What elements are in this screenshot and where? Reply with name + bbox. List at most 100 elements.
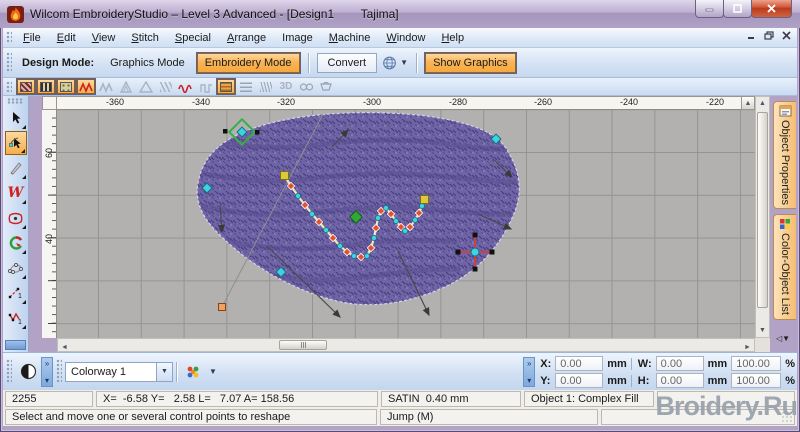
pattern-fill-icon[interactable]: [217, 79, 235, 94]
stitch-node-circle[interactable]: [401, 228, 408, 235]
w-field[interactable]: 0.00: [655, 356, 704, 371]
tatami-fill-icon[interactable]: [37, 79, 55, 94]
ruler-origin-button[interactable]: [42, 96, 57, 110]
satin-fill-icon[interactable]: [17, 79, 35, 94]
horizontal-scroll-thumb[interactable]: [279, 340, 327, 350]
tab-collapse-arrow-icon[interactable]: ◁▼: [776, 334, 790, 343]
thread-colors-button[interactable]: [180, 360, 206, 384]
fusion-fill-large-icon[interactable]: [137, 79, 155, 94]
warp-3d-icon[interactable]: 3D: [277, 79, 295, 94]
exit-marker[interactable]: [420, 195, 429, 204]
step-stitch-icon[interactable]: [97, 79, 115, 94]
title-bar[interactable]: Wilcom EmbroideryStudio – Level 3 Advanc…: [0, 0, 800, 28]
anchor-marker[interactable]: [218, 303, 226, 311]
texture-edge-icon[interactable]: [257, 79, 275, 94]
convert-button[interactable]: Convert: [316, 52, 378, 73]
stitch-node-circle[interactable]: [322, 227, 329, 234]
closed-shape-tool[interactable]: [5, 206, 27, 230]
select-tool[interactable]: [5, 106, 27, 130]
scale-y-field[interactable]: 100.00: [731, 373, 782, 388]
toolbar-grip[interactable]: [6, 30, 12, 45]
h-field[interactable]: 0.00: [655, 373, 704, 388]
stitch-node-circle[interactable]: [294, 193, 301, 200]
horizontal-scrollbar[interactable]: ◄ ►: [57, 338, 755, 352]
handle-square[interactable]: [255, 130, 260, 135]
zigzag-stitch-icon[interactable]: [77, 79, 95, 94]
menu-special[interactable]: Special: [167, 29, 219, 47]
stumpwork-icon[interactable]: [317, 79, 335, 94]
horizontal-ruler[interactable]: -360 -340 -320 -300 -280 -260 -240 -220: [57, 96, 741, 110]
menu-view[interactable]: View: [84, 29, 124, 47]
stitch-node-circle[interactable]: [308, 211, 315, 218]
color-blend-tool[interactable]: [5, 231, 27, 255]
toolbar-grip[interactable]: [6, 358, 12, 385]
menu-machine[interactable]: Machine: [321, 29, 379, 47]
accordion-spacing-icon[interactable]: [237, 79, 255, 94]
tab-color-object-list[interactable]: Color-Object List: [773, 214, 796, 320]
mdi-close-icon[interactable]: [782, 31, 791, 40]
lettering-tool[interactable]: W: [5, 181, 27, 205]
palette-scroll-button[interactable]: [5, 340, 26, 350]
reshape-object-tool[interactable]: [5, 256, 27, 280]
design-canvas[interactable]: [57, 110, 755, 338]
closed-object-tool[interactable]: 1: [5, 306, 27, 330]
stitch-node-circle[interactable]: [350, 252, 357, 259]
y-field[interactable]: 0.00: [555, 373, 604, 388]
scale-x-field[interactable]: 100.00: [731, 356, 782, 371]
scroll-down-icon[interactable]: ▼: [756, 324, 769, 337]
stitch-node-circle[interactable]: [418, 203, 425, 210]
show-graphics-button[interactable]: Show Graphics: [425, 52, 516, 73]
toolbar-grip[interactable]: [56, 358, 62, 385]
vertical-scrollbar[interactable]: ▲ ▼: [755, 96, 770, 338]
stitch-node-circle[interactable]: [374, 215, 381, 222]
menu-window[interactable]: Window: [378, 29, 433, 47]
scroll-up-icon[interactable]: ▲: [756, 97, 769, 110]
menu-arrange[interactable]: Arrange: [219, 29, 274, 47]
handle-square[interactable]: [223, 129, 228, 134]
liquid-effect-icon[interactable]: [157, 79, 175, 94]
toolbar-overflow-button[interactable]: » ▾: [523, 357, 536, 387]
fusion-fill-small-icon[interactable]: [117, 79, 135, 94]
menu-image[interactable]: Image: [274, 29, 321, 47]
mdi-minimize-icon[interactable]: [747, 31, 756, 40]
stitch-node-circle[interactable]: [363, 252, 370, 259]
freehand-draw-tool[interactable]: [5, 156, 27, 180]
toolbar-overflow-button[interactable]: » ▾: [41, 356, 53, 387]
dropdown-arrow-icon[interactable]: ▼: [209, 367, 217, 376]
mdi-restore-icon[interactable]: [764, 31, 774, 40]
minimize-button[interactable]: [695, 0, 724, 18]
stitch-node-circle[interactable]: [370, 235, 377, 242]
tab-object-properties[interactable]: Object Properties: [773, 101, 796, 209]
embroidery-mode-button[interactable]: Embroidery Mode: [196, 52, 300, 73]
maximize-button[interactable]: [723, 0, 752, 18]
x-field[interactable]: 0.00: [555, 356, 604, 371]
trapunto-icon[interactable]: [297, 79, 315, 94]
toolbar-grip[interactable]: [6, 80, 12, 93]
reshape-tool[interactable]: [4, 131, 27, 155]
reshape-icon: [8, 137, 21, 148]
stitch-node-circle[interactable]: [382, 205, 389, 212]
menu-edit[interactable]: Edit: [49, 29, 84, 47]
menu-stitch[interactable]: Stitch: [123, 29, 167, 47]
stitch-node-circle[interactable]: [336, 242, 343, 249]
toolbar-grip[interactable]: [6, 52, 12, 73]
stitch-node-circle[interactable]: [411, 217, 418, 224]
graphics-mode-button[interactable]: Graphics Mode: [103, 54, 192, 72]
open-object-tool[interactable]: 1: [5, 281, 27, 305]
vertical-scroll-thumb[interactable]: [757, 112, 768, 308]
motif-fill-icon[interactable]: [57, 79, 75, 94]
menu-help[interactable]: Help: [433, 29, 472, 47]
colorway-select[interactable]: Colorway 1 ▼: [65, 361, 173, 382]
entry-marker[interactable]: [280, 171, 289, 180]
design-disk-button[interactable]: [15, 360, 41, 384]
ruler-options-button[interactable]: ▲: [741, 96, 755, 110]
stitch-node-circle[interactable]: [392, 218, 399, 225]
toolbar-grip[interactable]: [7, 98, 24, 104]
close-button[interactable]: [751, 0, 792, 18]
menu-file[interactable]: File: [15, 29, 49, 47]
wave-effect-icon[interactable]: [177, 79, 195, 94]
dropdown-arrow-icon[interactable]: ▼: [156, 362, 172, 381]
hoop-globe-button[interactable]: ▼: [382, 51, 408, 75]
vertical-ruler[interactable]: 60 40: [42, 110, 57, 338]
contour-stitch-icon[interactable]: [197, 79, 215, 94]
